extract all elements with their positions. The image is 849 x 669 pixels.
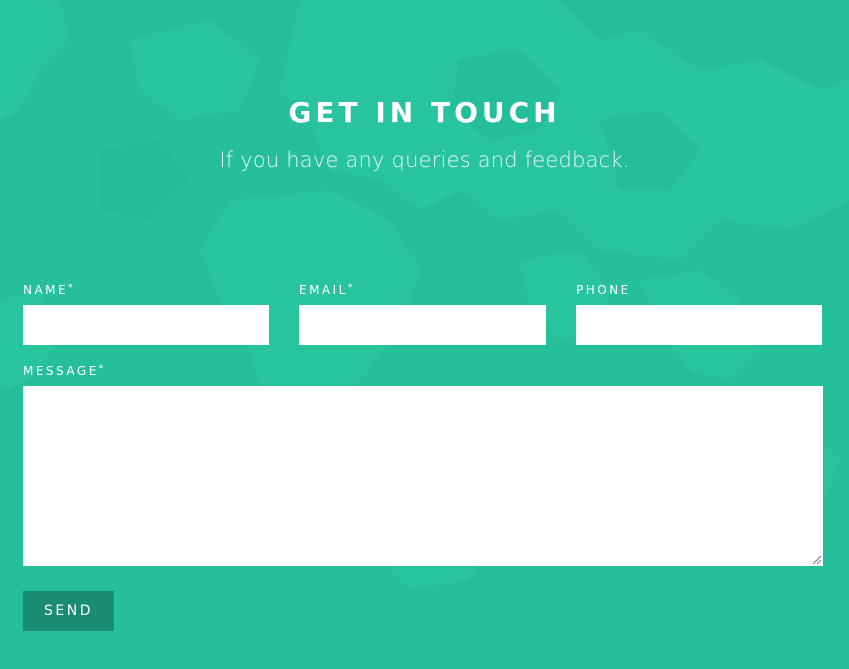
- required-marker: *: [347, 283, 353, 293]
- message-label: MESSAGE*: [23, 364, 103, 378]
- phone-label-text: PHONE: [576, 283, 631, 297]
- email-label: EMAIL*: [299, 283, 352, 297]
- email-label-text: EMAIL: [299, 283, 348, 297]
- name-field[interactable]: [23, 305, 269, 345]
- message-textarea[interactable]: [23, 386, 823, 566]
- name-label: NAME*: [23, 283, 73, 297]
- contact-section: GET IN TOUCH If you have any queries and…: [0, 0, 849, 669]
- message-label-text: MESSAGE: [23, 364, 99, 378]
- phone-label: PHONE: [576, 283, 631, 297]
- page-subtitle: If you have any queries and feedback.: [219, 148, 630, 172]
- phone-field[interactable]: [576, 305, 822, 345]
- resize-handle-icon[interactable]: [812, 555, 822, 565]
- required-marker: *: [68, 283, 73, 293]
- name-label-text: NAME: [23, 283, 69, 297]
- send-button[interactable]: SEND: [23, 591, 114, 631]
- required-marker: *: [98, 364, 104, 374]
- page-title: GET IN TOUCH: [288, 96, 561, 129]
- email-field[interactable]: [299, 305, 546, 345]
